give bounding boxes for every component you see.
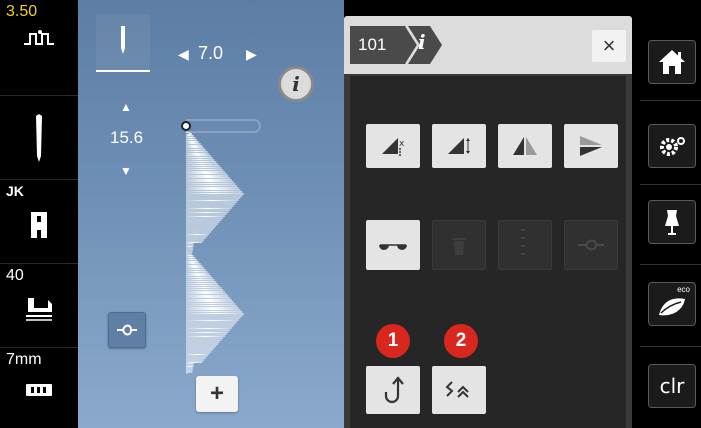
menu-divider (640, 264, 701, 265)
callout-2: 2 (444, 324, 478, 358)
stitch-width-cell[interactable]: 3.50 (0, 0, 78, 96)
stretch-vertical-icon (448, 138, 470, 154)
breadcrumb-arrows (400, 26, 442, 64)
delete-button[interactable] (432, 220, 486, 270)
balance-icon (379, 244, 407, 250)
dashed-line-icon (521, 229, 525, 255)
info-button[interactable]: i (278, 66, 314, 102)
thread-value: JK (6, 183, 24, 199)
status-column: 3.50 JK 40 7mm (0, 0, 78, 428)
clear-button[interactable]: clr (648, 364, 696, 408)
stitch-count-button[interactable] (498, 220, 552, 270)
stitch-width-icon (24, 30, 54, 45)
stitch-width-value: 3.50 (6, 3, 38, 20)
density-increase-arrow[interactable]: ▲ (120, 100, 132, 114)
main-menu: eco clr (640, 0, 701, 428)
thread-cell[interactable]: JK (0, 180, 78, 264)
knot-dimmed-icon (578, 239, 604, 251)
callout-1: 1 (376, 324, 410, 358)
home-button[interactable] (648, 40, 696, 84)
menu-divider (640, 346, 701, 347)
needle-position-icon (121, 26, 125, 54)
mirror-length-button[interactable]: x (366, 124, 420, 168)
stitch-editor: ◀ 7.0 ▶ i ▲ 15.6 ▼ + (78, 0, 344, 428)
stitch-density-value: 15.6 (110, 128, 144, 147)
sewing-machine-screen: 3.50 JK 40 7mm ◀ 7.0 ▶ i ▲ 15.6 ▼ + 101 … (0, 0, 701, 428)
needle-icon (36, 114, 42, 162)
bobbin-foot-icon (31, 212, 47, 238)
stitch-number: 101 (358, 35, 387, 54)
clear-label: clr (659, 374, 685, 398)
stitch-line (185, 131, 245, 374)
presser-foot-icon (26, 298, 52, 321)
info-icon: i (292, 72, 300, 96)
mirror-left-right-button[interactable] (498, 124, 552, 168)
density-decrease-arrow[interactable]: ▼ (120, 164, 132, 178)
seam-allowance-cell[interactable]: 7mm (0, 348, 78, 428)
stretch-horizontal-icon: x (382, 138, 405, 156)
presser-value: 40 (6, 267, 24, 284)
home-icon (659, 50, 685, 74)
menu-divider (640, 184, 701, 185)
breadcrumb-info[interactable]: i (418, 30, 426, 54)
length-adjust-button[interactable] (432, 124, 486, 168)
reverse-button[interactable] (366, 366, 420, 414)
plate-icon (26, 384, 52, 396)
needle-position-box[interactable] (96, 14, 150, 72)
securing-disabled-button[interactable] (564, 220, 618, 270)
trash-icon (452, 238, 466, 255)
svg-text:x: x (399, 139, 405, 149)
mirror-up-down-button[interactable] (564, 124, 618, 168)
presser-cell[interactable]: 40 (0, 264, 78, 348)
seam-allowance-value: 7mm (6, 351, 42, 368)
balance-button[interactable] (366, 220, 420, 270)
panel-header: 101 i × (344, 16, 632, 74)
eco-button[interactable]: eco (648, 282, 696, 326)
mirror-vertical-icon (580, 136, 602, 156)
add-stitch-button[interactable]: + (196, 376, 238, 412)
settings-button[interactable] (648, 124, 696, 168)
length-increase-arrow[interactable]: ▶ (246, 46, 257, 63)
eco-label: eco (677, 285, 690, 294)
gear-icon (660, 137, 685, 156)
knot-icon (117, 324, 137, 336)
length-decrease-arrow[interactable]: ◀ (178, 46, 189, 63)
plus-icon: + (209, 380, 224, 407)
stitch-length-value: 7.0 (198, 43, 224, 63)
stitch-zigzag (185, 131, 245, 374)
pattern-begin-icon (445, 381, 469, 398)
close-icon: × (602, 33, 616, 58)
needle-cell[interactable] (0, 96, 78, 180)
reverse-arrow-icon (384, 376, 404, 404)
dress-form-icon (665, 210, 679, 235)
breadcrumb-stitch[interactable]: 101 (350, 26, 406, 64)
tutorial-button[interactable] (648, 200, 696, 244)
menu-divider (640, 100, 701, 101)
panel-body: x 1 2 (350, 76, 626, 428)
edit-panel: 101 i × x 1 2 (344, 16, 632, 428)
stitch-preview (181, 119, 261, 374)
securing-button[interactable] (108, 312, 146, 348)
mirror-horizontal-icon (513, 137, 537, 155)
pattern-begin-button[interactable] (432, 366, 486, 414)
close-button[interactable]: × (592, 30, 626, 62)
